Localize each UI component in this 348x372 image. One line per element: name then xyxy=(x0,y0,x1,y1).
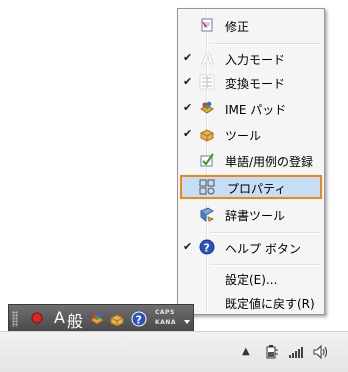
menu-item-label: 入力モード xyxy=(225,53,286,67)
svg-text:?: ? xyxy=(204,242,210,255)
ime-pad-icon[interactable] xyxy=(89,311,105,327)
menu-item-label: プロパティ xyxy=(227,182,287,196)
word-register-icon xyxy=(199,152,215,168)
caps-label: CAPS xyxy=(155,309,175,316)
menu-item-help-button[interactable]: ✔ ? ヘルプ ボタン xyxy=(180,235,322,259)
menu-item-dictionary-tool[interactable]: 辞書ツール xyxy=(180,202,322,226)
menu-item-label: 修正 xyxy=(225,20,250,34)
menu-item-label: IME パッド xyxy=(225,103,287,117)
help-icon: ? xyxy=(199,239,215,255)
menu-item-restore-defaults[interactable]: 既定値に戻す(R) xyxy=(180,290,322,314)
volume-icon[interactable] xyxy=(312,344,328,360)
menu-item-label: ツール xyxy=(225,129,262,143)
menu-item-properties[interactable]: プロパティ xyxy=(180,175,322,199)
red-pin-icon[interactable] xyxy=(29,311,45,327)
svg-text:?: ? xyxy=(136,314,142,327)
taskbar: ▲ xyxy=(0,331,348,372)
menu-item-word-register[interactable]: 単語/用例の登録 xyxy=(180,148,322,172)
menu-item-input-mode[interactable]: ✔ A 入力モード xyxy=(180,46,322,70)
network-signal-icon[interactable] xyxy=(288,344,304,360)
ime-pad-icon xyxy=(199,100,215,116)
menu-item-label: 変換モード xyxy=(225,77,286,91)
menu-item-edit[interactable]: 修正 xyxy=(180,13,322,37)
drag-grip-icon[interactable] xyxy=(12,311,18,327)
menu-item-settings[interactable]: 設定(E)... xyxy=(180,266,322,290)
check-mark-icon: ✔ xyxy=(183,127,193,140)
menu-item-conversion-mode[interactable]: ✔ 変換モード xyxy=(180,70,322,94)
dictionary-tool-icon xyxy=(199,206,215,223)
ime-language-bar[interactable]: A 般 ? CAPS KANA xyxy=(8,304,194,332)
check-mark-icon: ✔ xyxy=(183,75,193,88)
svg-text:A: A xyxy=(202,50,214,66)
tools-icon xyxy=(199,126,215,142)
menu-item-ime-pad[interactable]: ✔ IME パッド xyxy=(180,96,322,120)
show-hidden-icons-chevron-icon[interactable]: ▲ xyxy=(242,346,258,362)
conversion-mode-button[interactable]: 般 xyxy=(67,308,83,332)
check-mark-icon: ✔ xyxy=(183,240,193,253)
power-icon[interactable] xyxy=(264,344,280,360)
input-mode-button[interactable]: A xyxy=(54,308,65,327)
kana-label: KANA xyxy=(155,319,176,326)
edit-icon xyxy=(199,17,215,33)
ime-context-menu: 修正 ✔ A 入力モード ✔ 変換モード ✔ IME パッド ✔ ツール 単語/… xyxy=(177,8,325,315)
menu-item-label: 設定(E)... xyxy=(225,273,278,287)
menu-item-label: 単語/用例の登録 xyxy=(225,155,314,169)
conversion-mode-icon xyxy=(199,74,215,90)
menu-separator xyxy=(210,43,320,45)
tools-icon[interactable] xyxy=(109,311,125,327)
check-mark-icon: ✔ xyxy=(183,51,193,64)
options-dropdown-arrow-icon[interactable] xyxy=(184,320,190,324)
menu-separator xyxy=(210,232,320,234)
caps-kana-indicator: CAPS KANA xyxy=(155,308,176,328)
check-mark-icon: ✔ xyxy=(183,101,193,114)
input-mode-icon: A xyxy=(199,50,215,69)
menu-item-label: ヘルプ ボタン xyxy=(225,242,301,256)
menu-item-tools[interactable]: ✔ ツール xyxy=(180,122,322,146)
properties-icon xyxy=(199,179,215,195)
menu-item-label: 既定値に戻す(R) xyxy=(225,297,315,311)
help-icon[interactable]: ? xyxy=(131,311,147,327)
menu-item-label: 辞書ツール xyxy=(225,209,286,223)
